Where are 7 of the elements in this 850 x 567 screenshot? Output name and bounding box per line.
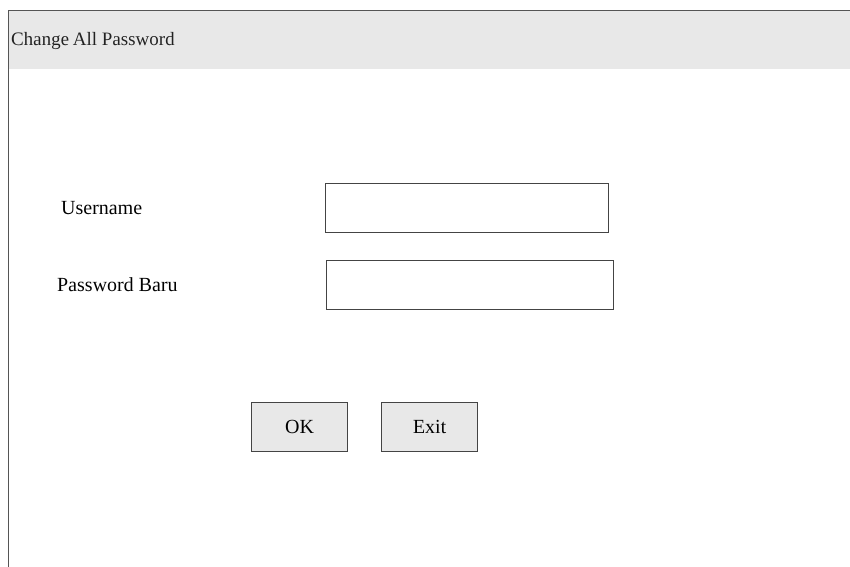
field-label: Password Baru: [56, 273, 178, 298]
text-field[interactable]: [326, 260, 614, 310]
window-title: Change All Password: [11, 28, 175, 52]
ok-button[interactable]: OK: [251, 402, 348, 452]
text-field[interactable]: [325, 183, 609, 233]
field-label: Username: [60, 196, 142, 221]
exit-button[interactable]: Exit: [381, 402, 478, 452]
